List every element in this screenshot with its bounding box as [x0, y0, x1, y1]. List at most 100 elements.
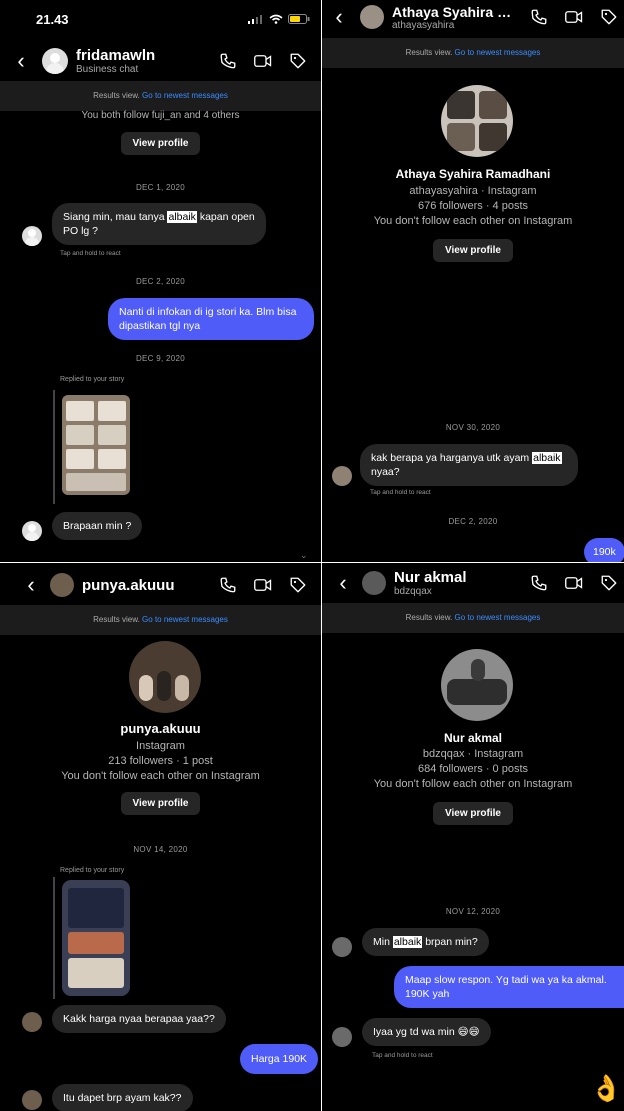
message-bubble[interactable]: Min albaik brpan min?	[362, 928, 489, 956]
phone-icon[interactable]	[219, 52, 237, 70]
message-bubble[interactable]: Brapaan min ?	[52, 512, 143, 540]
profile-stats: 676 followers · 4 posts	[417, 200, 529, 212]
sender-avatar[interactable]	[332, 1027, 352, 1047]
sender-avatar[interactable]	[332, 937, 352, 957]
video-icon[interactable]	[564, 8, 584, 26]
view-profile-button[interactable]: View profile	[433, 239, 513, 262]
search-highlight: albaik	[167, 211, 197, 223]
video-icon[interactable]	[564, 574, 584, 592]
status-icons	[248, 14, 310, 24]
view-profile-button[interactable]: View profile	[120, 792, 201, 815]
message-bubble-sent[interactable]: Nanti di infokan di ig stori ka. Blm bis…	[108, 298, 314, 340]
chat-title[interactable]: punya.akuuu	[82, 577, 175, 594]
profile-avatar[interactable]	[441, 649, 513, 721]
results-banner: Results view. Go to newest messages	[0, 605, 321, 635]
phone-icon[interactable]	[219, 576, 237, 594]
profile-follow-status: You don't follow each other on Instagram	[373, 215, 573, 227]
message-text: brpan min?	[422, 936, 478, 948]
message-bubble[interactable]: Iyaa yg td wa min 😄😄	[362, 1018, 491, 1046]
message-bubble[interactable]: Siang min, mau tanya albaik kapan open P…	[52, 203, 266, 245]
chat-panel-athaya: ‹ Athaya Syahira Ra... athayasyahira Res…	[322, 0, 624, 562]
back-button[interactable]: ‹	[332, 570, 354, 596]
sender-avatar[interactable]	[332, 466, 352, 486]
message-bubble-sent[interactable]: Harga 190K	[240, 1044, 319, 1074]
reply-line	[53, 877, 55, 999]
avatar[interactable]	[360, 5, 384, 29]
message-bubble[interactable]: Kakk harga nyaa berapaa yaa??	[52, 1005, 226, 1033]
avatar[interactable]	[42, 48, 68, 74]
chat-subtitle: Business chat	[76, 64, 139, 75]
video-icon[interactable]	[253, 52, 273, 70]
newest-messages-link[interactable]: Go to newest messages	[455, 613, 541, 622]
avatar[interactable]	[50, 573, 74, 597]
tag-icon[interactable]	[600, 574, 618, 592]
chat-header: ‹ punya.akuuu	[0, 568, 321, 602]
sender-avatar[interactable]	[22, 226, 42, 246]
signal-icon	[248, 15, 262, 24]
profile-name: Nur akmal	[443, 731, 503, 745]
date-separator: NOV 12, 2020	[445, 907, 501, 916]
sender-avatar[interactable]	[22, 521, 42, 541]
profile-stats: 684 followers · 0 posts	[417, 763, 529, 775]
newest-messages-link[interactable]: Go to newest messages	[142, 615, 228, 624]
chat-header: ‹ Nur akmal bdzqqax	[322, 566, 624, 600]
message-text: nyaa?	[371, 466, 400, 478]
newest-messages-link[interactable]: Go to newest messages	[455, 48, 541, 57]
wifi-icon	[269, 14, 283, 24]
phone-icon[interactable]	[530, 574, 548, 592]
newest-messages-link[interactable]: Go to newest messages	[142, 91, 228, 100]
tag-icon[interactable]	[600, 8, 618, 26]
date-separator: DEC 9, 2020	[135, 354, 186, 363]
chat-panel-punya-akuuu: ‹ punya.akuuu Results view. Go to newest…	[0, 563, 321, 1111]
results-banner: Results view. Go to newest messages	[322, 38, 624, 68]
react-hint: Tap and hold to react	[370, 489, 431, 496]
mutual-follow-text: You both follow fuji_an and 4 others	[81, 110, 240, 121]
chat-subtitle: bdzqqax	[394, 586, 432, 597]
message-bubble-sent[interactable]: Maap slow respon. Yg tadi wa ya ka akmal…	[394, 966, 624, 1008]
view-profile-button[interactable]: View profile	[433, 802, 513, 825]
replied-story-label: Replied to your story	[60, 376, 125, 383]
avatar[interactable]	[362, 571, 386, 595]
chat-title[interactable]: Athaya Syahira Ra...	[392, 4, 520, 20]
story-thumbnail[interactable]	[62, 395, 130, 495]
story-thumbnail[interactable]	[62, 880, 130, 996]
message-text: kak berapa ya harganya utk ayam	[371, 452, 533, 464]
results-banner: Results view. Go to newest messages	[322, 603, 624, 633]
back-button[interactable]: ‹	[10, 48, 32, 74]
message-bubble[interactable]: Itu dapet brp ayam kak??	[52, 1084, 193, 1111]
chat-subtitle: athayasyahira	[392, 19, 455, 31]
banner-text: Results view.	[93, 91, 140, 100]
chevron-down-icon[interactable]: ⌄	[300, 550, 308, 561]
profile-username: bdzqqax · Instagram	[422, 748, 524, 760]
react-hint: Tap and hold to react	[60, 250, 121, 257]
search-highlight: albaik	[392, 936, 423, 948]
status-time: 21.43	[36, 12, 69, 27]
sender-avatar[interactable]	[22, 1090, 42, 1110]
replied-story-label: Replied to your story	[60, 867, 125, 874]
message-text: Min	[373, 936, 393, 948]
message-bubble-sent[interactable]: 190k	[584, 538, 624, 562]
banner-text: Results view.	[405, 48, 453, 57]
chat-title[interactable]: fridamawln	[76, 47, 155, 64]
profile-username: athayasyahira · Instagram	[409, 185, 537, 197]
profile-avatar[interactable]	[129, 641, 201, 713]
back-button[interactable]: ‹	[328, 4, 350, 30]
profile-name: Athaya Syahira Ramadhani	[395, 167, 551, 181]
tag-icon[interactable]	[289, 576, 307, 594]
message-bubble[interactable]: kak berapa ya harganya utk ayam albaik n…	[360, 444, 578, 486]
view-profile-button[interactable]: View profile	[120, 132, 201, 155]
profile-follow-status: You don't follow each other on Instagram	[373, 778, 573, 790]
tag-icon[interactable]	[289, 52, 307, 70]
date-separator: DEC 1, 2020	[135, 183, 186, 192]
profile-follow-status: You don't follow each other on Instagram	[61, 770, 260, 782]
video-icon[interactable]	[253, 576, 273, 594]
battery-icon	[288, 14, 310, 24]
back-button[interactable]: ‹	[20, 572, 42, 598]
chat-title[interactable]: Nur akmal	[394, 569, 467, 586]
sender-avatar[interactable]	[22, 1012, 42, 1032]
profile-avatar[interactable]	[441, 85, 513, 157]
search-highlight: albaik	[532, 452, 562, 464]
date-separator: NOV 30, 2020	[445, 423, 501, 432]
phone-icon[interactable]	[530, 8, 548, 26]
chat-header: ‹ Athaya Syahira Ra... athayasyahira	[322, 0, 624, 34]
